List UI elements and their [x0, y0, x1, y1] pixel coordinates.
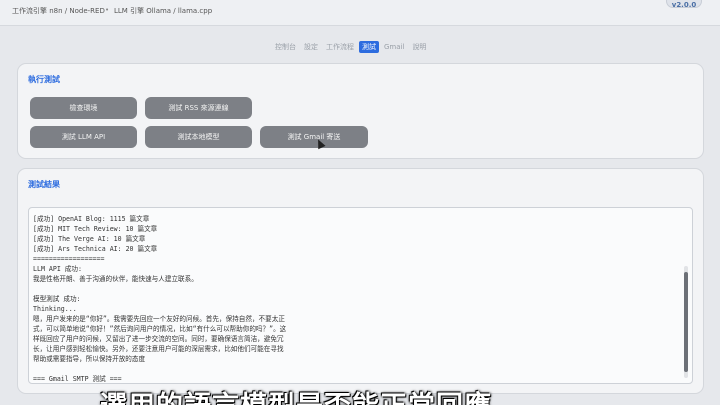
tab-help[interactable]: 說明 — [409, 41, 429, 53]
result-line: 样既回应了用户的问候，又留出了进一步交流的空间。同时，要确保语言简洁，避免冗 — [33, 335, 284, 343]
scrollbar[interactable] — [684, 266, 688, 378]
result-lines: [成功] OpenAI Blog: 1115 篇文章 [成功] MIT Tech … — [33, 214, 287, 383]
result-line: ================== — [33, 255, 105, 263]
tab-dashboard[interactable]: 控制台 — [272, 41, 299, 53]
tab-settings[interactable]: 設定 — [301, 41, 321, 53]
result-line: 式，可以简单地说“你好！”然后询问用户的情况，比如“有什么可以帮助你的吗？”。这 — [33, 325, 287, 333]
main-tabs: 控制台 設定 工作流程 測試 Gmail 說明 — [272, 40, 429, 53]
result-line: LLM API 成功: — [33, 265, 82, 273]
result-line: === Gmail SMTP 測試 === — [33, 375, 122, 383]
result-line: [成功] Ars Technica AI: 20 篇文章 — [33, 245, 158, 253]
scrollbar-thumb[interactable] — [684, 272, 688, 372]
result-line: [成功] MIT Tech Review: 10 篇文章 — [33, 225, 158, 233]
workflow-engine-label: 工作流引擎 n8n / Node-RED — [12, 7, 105, 15]
test-local-model-button[interactable]: 測試本地模型 — [145, 126, 252, 148]
test-result-panel: 測試結果 [成功] OpenAI Blog: 1115 篇文章 [成功] MIT … — [17, 168, 704, 394]
tab-gmail[interactable]: Gmail — [381, 41, 407, 53]
header-separator: • — [105, 6, 110, 14]
test-result-title: 測試結果 — [28, 180, 60, 189]
result-line: Thinking... — [33, 305, 77, 313]
result-output[interactable]: [成功] OpenAI Blog: 1115 篇文章 [成功] MIT Tech … — [28, 207, 693, 384]
tab-workflow[interactable]: 工作流程 — [323, 41, 357, 53]
run-test-title: 執行測試 — [28, 75, 60, 84]
result-line: 模型測試 成功: — [33, 295, 81, 303]
top-bar: 工作流引擎 n8n / Node-RED • LLM 引擎 Ollama / l… — [0, 0, 720, 26]
test-rss-button[interactable]: 測試 RSS 來源連線 — [145, 97, 252, 119]
result-line: 嗯，用户发来的是“你好”。我需要先回应一个友好的问候。首先，保持自然，不要太正 — [33, 315, 285, 323]
result-line: [成功] The Verge AI: 10 篇文章 — [33, 235, 146, 243]
result-line: [成功] OpenAI Blog: 1115 篇文章 — [33, 215, 150, 223]
check-env-button[interactable]: 檢查環境 — [30, 97, 137, 119]
result-line: 长，让用户感到轻松愉快。另外，还要注意用户可能的深层需求，比如他们可能在寻找 — [33, 345, 284, 353]
run-test-panel: 執行測試 檢查環境 測試 RSS 來源連線 測試 LLM API 測試本地模型 … — [17, 63, 704, 159]
result-line — [33, 364, 286, 374]
test-llm-api-button[interactable]: 測試 LLM API — [30, 126, 137, 148]
test-gmail-button[interactable]: 測試 Gmail 寄送 — [260, 126, 368, 148]
llm-engine-label: LLM 引擎 Ollama / llama.cpp — [114, 7, 213, 15]
result-line: 帮助或需要指导，所以保持开放的态度 — [33, 355, 146, 363]
video-subtitle: 選用的語言模型是否能正常回應 — [100, 384, 492, 405]
result-line — [33, 284, 286, 294]
tab-test[interactable]: 測試 — [359, 40, 379, 53]
version-badge: v2.0.0 — [666, 0, 702, 9]
result-line: 我是性格开朗、善于沟通的伙伴，能快速与人建立联系。 — [33, 275, 198, 283]
